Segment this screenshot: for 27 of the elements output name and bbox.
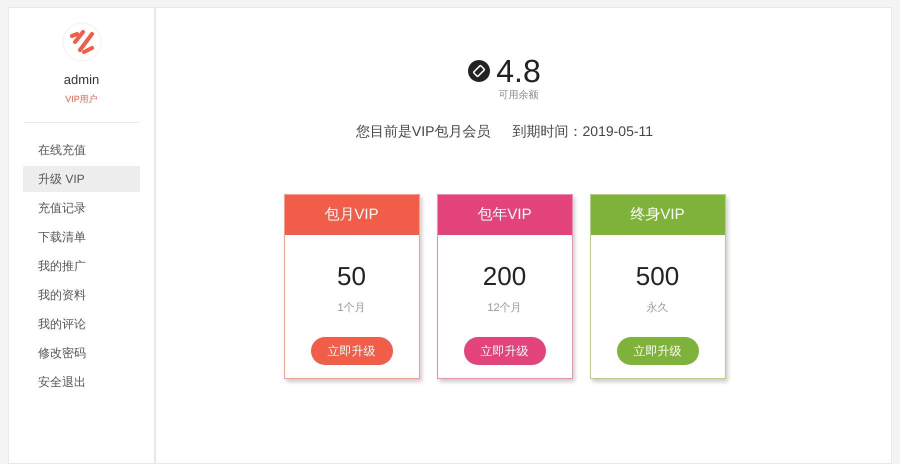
plan-period: 12个月	[487, 301, 522, 316]
username: admin	[64, 71, 100, 89]
plan-name: 终身VIP	[630, 204, 685, 225]
sidebar-item[interactable]: 在线充值	[23, 137, 140, 163]
plan-period: 永久	[646, 300, 668, 316]
coin-icon	[468, 60, 490, 82]
plan-price: 500	[636, 260, 680, 293]
membership-status: 您目前是VIP包月会员	[356, 122, 490, 141]
plan-name: 包月VIP	[324, 204, 379, 225]
sidebar-item[interactable]: 安全退出	[23, 369, 140, 395]
upgrade-button[interactable]: 立即升级	[464, 336, 546, 364]
sidebar-item[interactable]: 充值记录	[23, 195, 140, 221]
sidebar-item[interactable]: 升级 VIP	[23, 166, 140, 192]
plan-price: 200	[482, 260, 526, 293]
balance-amount: 4.8	[496, 54, 541, 88]
plan-period: 1个月	[337, 301, 366, 316]
logo-icon	[62, 22, 102, 62]
expiry-date: 到期时间：2019-05-11	[512, 122, 654, 141]
sidebar-item[interactable]: 修改密码	[23, 340, 140, 366]
sidebar-item[interactable]: 我的评论	[23, 311, 140, 337]
sidebar-item[interactable]: 我的推广	[23, 253, 140, 279]
sidebar-item[interactable]: 下载清单	[23, 224, 140, 250]
plan-name: 包年VIP	[477, 204, 532, 225]
user-role: VIP用户	[65, 92, 98, 106]
plan-price: 50	[337, 260, 366, 293]
balance-label: 可用余额	[498, 88, 538, 103]
sidebar-item[interactable]: 我的资料	[23, 282, 140, 308]
